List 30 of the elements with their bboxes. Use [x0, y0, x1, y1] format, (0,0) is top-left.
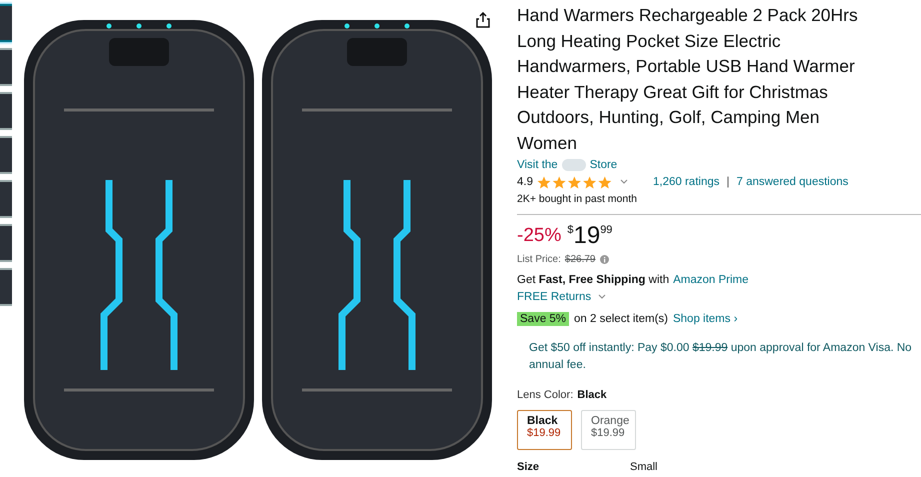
color-option[interactable]: Black $19.99	[517, 410, 572, 450]
store-link[interactable]: Store	[590, 159, 618, 172]
color-option[interactable]: Orange $19.99	[581, 410, 636, 450]
size-value: Small	[630, 461, 658, 474]
rating-value: 4.9	[517, 176, 533, 188]
ratings-link[interactable]: 1,260 ratings	[653, 176, 720, 188]
share-icon[interactable]	[476, 12, 490, 28]
shipping-text: Get Fast, Free Shipping with	[517, 274, 670, 286]
price: 19	[573, 222, 600, 250]
prime-link[interactable]: Amazon Prime	[673, 274, 749, 286]
blurred-brand	[562, 159, 586, 172]
coupon-badge: Save 5%	[517, 312, 570, 326]
bought-count: 2K+ bought in past month	[517, 193, 637, 206]
card-offer: Get $50 off instantly: Pay $0.00 $19.99 upon approval for Amazon Visa. No annual fee.	[529, 340, 913, 373]
price-cents: 99	[600, 224, 612, 236]
size-label: Size	[517, 461, 540, 474]
separator: |	[726, 176, 730, 188]
shop-items-link[interactable]: Shop items ›	[672, 313, 738, 326]
lens-color-label: Lens Color:	[517, 389, 574, 402]
info-icon[interactable]	[600, 254, 608, 264]
lens-color-value: Black	[577, 389, 607, 402]
list-price: $26.79	[564, 254, 596, 265]
currency: $	[567, 224, 574, 236]
discount: -25%	[517, 224, 562, 247]
product-title: Hand Warmers Rechargeable 2 Pack 20Hrs Long Heating Pocket Size Electric Handwarmers, Portable USB Hand Warmer Heater Therapy Great Gift for Christmas Outdoors, Hunting, Golf, Camping Men Women	[517, 4, 859, 155]
returns-link[interactable]: FREE Returns	[517, 291, 592, 304]
list-price-label: List Price:	[517, 254, 561, 265]
coupon-text: on 2 select item(s)	[574, 313, 668, 326]
questions-link[interactable]: 7 answered questions	[736, 176, 848, 188]
store-link[interactable]: Visit the	[517, 159, 558, 172]
